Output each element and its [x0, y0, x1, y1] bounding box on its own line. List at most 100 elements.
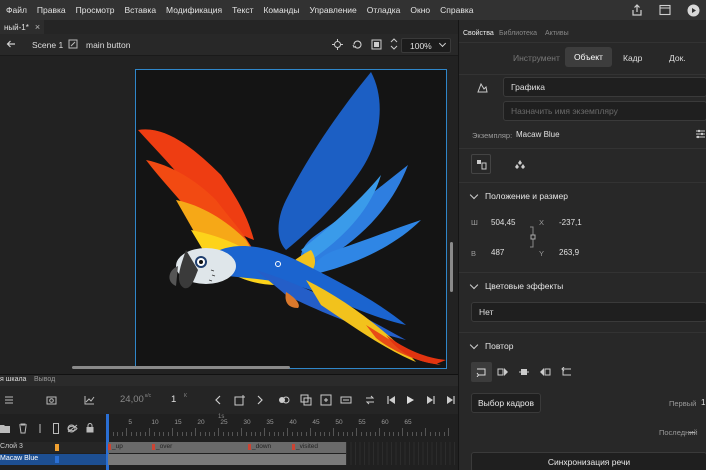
insert-keyframe-icon[interactable] — [234, 394, 246, 406]
instance-name-input[interactable]: Назначить имя экземпляру — [503, 101, 706, 121]
loop-reverse-icon[interactable] — [560, 367, 572, 377]
loop-icon[interactable] — [364, 394, 376, 406]
prev-arrow-icon[interactable] — [214, 395, 222, 405]
play-reverse-once-icon[interactable] — [539, 367, 551, 377]
menu-commands[interactable]: Команды — [257, 0, 303, 20]
next-arrow-icon[interactable] — [256, 395, 264, 405]
graph-icon[interactable] — [84, 395, 95, 405]
frame-picker-button[interactable]: Выбор кадров — [471, 393, 541, 413]
menu-edit[interactable]: Правка — [31, 0, 70, 20]
menu-help[interactable]: Справка — [434, 0, 477, 20]
color-effect-select[interactable]: Нет — [471, 302, 706, 322]
layer-row[interactable]: Слой 3 — [0, 442, 106, 453]
ruler-tick — [310, 428, 312, 436]
zoom-select[interactable]: 100% — [401, 38, 451, 53]
tab-assets[interactable]: Активы — [545, 30, 569, 37]
ruler-tick — [338, 432, 339, 436]
tab-object-active[interactable]: Объект — [565, 47, 612, 67]
height-value[interactable]: 487 — [491, 248, 504, 257]
swap-symbol-icon[interactable] — [695, 128, 706, 140]
step-back-icon[interactable] — [386, 395, 396, 405]
color-effects-title[interactable]: Цветовые эффекты — [485, 281, 563, 291]
loop-title[interactable]: Повтор — [485, 341, 513, 351]
tab-properties[interactable]: Свойства — [463, 30, 494, 37]
play-icon[interactable] — [406, 395, 415, 405]
document-tab[interactable]: ный-1* × — [0, 20, 45, 34]
zoom-stepper-icon[interactable] — [390, 37, 398, 51]
new-folder-icon[interactable] — [0, 424, 10, 433]
menu-debug[interactable]: Отладка — [361, 0, 405, 20]
ruler-tick — [434, 432, 436, 436]
play-test-icon[interactable] — [687, 4, 700, 17]
menu-file[interactable]: Файл — [0, 0, 31, 20]
tab-library[interactable]: Библиотека — [499, 30, 537, 37]
share-icon[interactable] — [631, 4, 643, 16]
delete-layer-icon[interactable] — [18, 423, 28, 434]
highlight-layer-icon[interactable] — [53, 423, 59, 434]
hide-all-icon[interactable] — [67, 424, 78, 433]
ruler-tick — [190, 432, 192, 436]
symbol-type-select[interactable]: Графика — [503, 77, 706, 97]
ruler-tick — [209, 432, 211, 436]
lip-sync-button[interactable]: Синхронизация речи — [471, 452, 706, 470]
layer-options-icon[interactable] — [4, 395, 14, 405]
edit-multiple-frames-icon[interactable] — [300, 394, 312, 406]
duplicate-symbol-icon[interactable] — [514, 159, 526, 170]
clip-stage-icon[interactable] — [371, 39, 382, 50]
macaw-artwork[interactable] — [136, 70, 448, 370]
link-proportions-icon[interactable] — [529, 226, 537, 248]
horizontal-scrollbar[interactable] — [72, 366, 290, 369]
layer-row[interactable]: Macaw Blue — [0, 454, 106, 465]
close-tab-icon[interactable]: × — [35, 22, 40, 32]
onion-skin-icon[interactable] — [278, 395, 290, 405]
tab-timeline[interactable]: я шкала — [0, 376, 26, 383]
stage-canvas[interactable] — [135, 69, 447, 369]
frame-ruler[interactable]: 1s 5 10 15 20 25 30 35 40 45 50 55 60 65 — [106, 414, 458, 440]
frames-macaw-blue[interactable] — [108, 454, 346, 465]
center-frame-icon[interactable] — [320, 394, 332, 406]
y-value[interactable]: 263,9 — [559, 248, 579, 257]
first-frame-value[interactable]: 1 — [701, 398, 705, 407]
menu-window[interactable]: Окно — [404, 0, 434, 20]
lock-all-icon[interactable] — [86, 423, 94, 433]
camera-icon[interactable] — [46, 395, 57, 405]
classic-tween-icon[interactable] — [340, 394, 352, 406]
symbol-label[interactable]: main button — [86, 40, 130, 50]
menu-view[interactable]: Просмотр — [70, 0, 119, 20]
tab-output[interactable]: Вывод — [34, 376, 55, 383]
position-size-title[interactable]: Положение и размер — [485, 191, 568, 201]
tab-tool[interactable]: Инструмент — [513, 53, 560, 63]
chevron-down-icon[interactable] — [469, 340, 479, 350]
chevron-down-icon[interactable] — [469, 280, 479, 290]
go-to-end-icon[interactable] — [446, 395, 456, 405]
tab-document[interactable]: Док. — [669, 53, 686, 63]
menu-text[interactable]: Текст — [226, 0, 257, 20]
instance-value[interactable]: Macaw Blue — [516, 130, 560, 139]
ruler-tick — [282, 432, 284, 436]
ruler-label: 10 — [151, 419, 159, 426]
back-arrow-icon[interactable] — [6, 39, 16, 49]
workspace-icon[interactable] — [659, 4, 671, 16]
width-value[interactable]: 504,45 — [491, 218, 515, 227]
fps-value[interactable]: 24,00 — [120, 394, 144, 405]
ruler-tick — [397, 432, 399, 436]
tab-frame[interactable]: Кадр — [623, 53, 642, 63]
eye-toggle-icon[interactable] — [38, 424, 42, 433]
scene-label[interactable]: Scene 1 — [32, 40, 63, 50]
ruler-tick — [149, 428, 151, 436]
frame-value[interactable]: 1 — [171, 394, 176, 405]
ruler-tick — [384, 432, 385, 436]
menu-control[interactable]: Управление — [304, 0, 361, 20]
frames-layer-3[interactable]: _up _over _down _visited — [108, 442, 346, 453]
menu-modify[interactable]: Модификация — [160, 0, 226, 20]
ruler-tick — [236, 432, 238, 436]
step-forward-icon[interactable] — [426, 395, 436, 405]
center-stage-icon[interactable] — [332, 39, 343, 50]
chevron-down-icon[interactable] — [469, 190, 479, 200]
x-value[interactable]: -237,1 — [559, 218, 582, 227]
menu-insert[interactable]: Вставка — [118, 0, 160, 20]
single-frame-icon[interactable] — [518, 367, 530, 377]
play-once-icon[interactable] — [497, 367, 509, 377]
vertical-scrollbar[interactable] — [450, 242, 453, 292]
rotate-stage-icon[interactable] — [352, 39, 363, 50]
